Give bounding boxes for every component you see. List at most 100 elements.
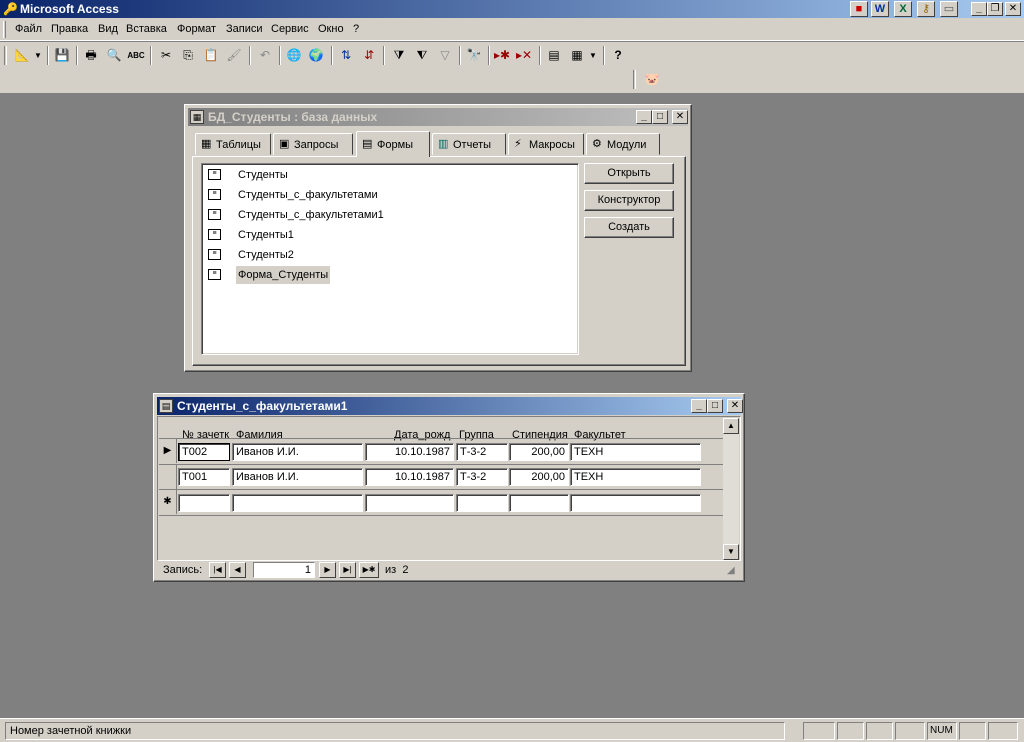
- scroll-up-icon[interactable]: ▲: [723, 418, 739, 434]
- form-minimize-button[interactable]: _: [691, 399, 707, 413]
- record-selector-current[interactable]: ▶: [159, 439, 177, 463]
- filter-by-selection-icon[interactable]: ⧩: [389, 46, 409, 65]
- field-group[interactable]: Т-3-2: [456, 468, 508, 486]
- new-field-id[interactable]: [178, 494, 230, 512]
- form-window-title: Студенты_с_факультетами1: [177, 399, 348, 413]
- form-window-titlebar[interactable]: ▤ Студенты_с_факультетами1 _ □ ✕: [157, 397, 743, 415]
- word-icon[interactable]: W: [871, 1, 889, 17]
- sort-ascending-icon[interactable]: ⇅: [336, 46, 356, 65]
- filter-by-form-icon[interactable]: ⧨: [412, 46, 432, 65]
- field-group[interactable]: Т-3-2: [456, 443, 508, 461]
- previous-record-button[interactable]: ◀: [229, 562, 246, 578]
- apply-filter-icon[interactable]: ▽: [435, 46, 455, 65]
- menu-format[interactable]: Формат: [177, 23, 216, 36]
- record-number-input[interactable]: 1: [253, 562, 315, 578]
- form-icon: ≡: [208, 169, 221, 180]
- delete-record-icon[interactable]: ▸✕: [514, 46, 534, 65]
- form-maximize-button[interactable]: □: [707, 399, 723, 413]
- excel-icon[interactable]: X: [894, 1, 912, 17]
- db-minimize-button[interactable]: _: [636, 110, 652, 124]
- copy-icon[interactable]: ⎘: [178, 46, 198, 65]
- menu-records[interactable]: Записи: [226, 23, 263, 36]
- next-record-button[interactable]: ▶: [319, 562, 336, 578]
- vertical-scrollbar[interactable]: ▲ ▼: [723, 418, 739, 560]
- field-surname[interactable]: Иванов И.И.: [232, 468, 363, 486]
- menu-help[interactable]: ?: [353, 23, 359, 36]
- web-toolbar-icon[interactable]: 🌍: [306, 46, 326, 65]
- first-record-button[interactable]: |◀: [209, 562, 226, 578]
- field-faculty[interactable]: ТЕХН: [570, 443, 701, 461]
- field-stipend[interactable]: 200,00: [509, 443, 569, 461]
- forms-list[interactable]: ≡ Студенты ≡ Студенты_с_факультетами ≡ С…: [201, 163, 579, 355]
- properties-icon[interactable]: ▤: [544, 46, 564, 65]
- new-field-faculty[interactable]: [570, 494, 701, 512]
- save-icon[interactable]: 💾: [52, 46, 72, 65]
- tab-queries[interactable]: ▣ Запросы: [273, 133, 353, 155]
- column-header-id: № зачетк: [182, 429, 230, 441]
- close-button[interactable]: ✕: [1005, 2, 1021, 16]
- create-button[interactable]: Создать: [584, 217, 674, 238]
- office-assistant-icon[interactable]: 🐷: [642, 70, 662, 89]
- menu-window[interactable]: Окно: [318, 23, 344, 36]
- column-header-birthdate: Дата_рожд: [394, 429, 451, 441]
- new-object-dropdown-icon[interactable]: ▼: [587, 46, 599, 65]
- new-record-icon[interactable]: ▸✱: [492, 46, 512, 65]
- field-stipend[interactable]: 200,00: [509, 468, 569, 486]
- print-preview-icon[interactable]: 🔍: [104, 46, 124, 65]
- field-birthdate[interactable]: 10.10.1987: [365, 468, 454, 486]
- report-icon: ▥: [438, 138, 449, 150]
- cut-icon[interactable]: ✂: [156, 46, 176, 65]
- design-button[interactable]: Конструктор: [584, 190, 674, 211]
- new-field-birthdate[interactable]: [365, 494, 454, 512]
- paste-icon[interactable]: 📋: [201, 46, 221, 65]
- menu-tools[interactable]: Сервис: [271, 23, 309, 36]
- tab-tables[interactable]: ▦ Таблицы: [195, 133, 271, 155]
- menu-insert[interactable]: Вставка: [126, 23, 167, 36]
- undo-icon[interactable]: ↶: [255, 46, 275, 65]
- windows-flag-icon[interactable]: ■: [850, 1, 868, 17]
- resize-grip-icon[interactable]: ◢: [727, 565, 739, 577]
- new-field-surname[interactable]: [232, 494, 363, 512]
- minimize-button[interactable]: _: [971, 2, 987, 16]
- database-window-titlebar[interactable]: ▦ БД_Студенты : база данных _ □ ✕: [188, 108, 688, 126]
- format-painter-icon[interactable]: 🖌: [224, 46, 244, 65]
- new-record-selector[interactable]: ✱: [159, 490, 177, 514]
- hyperlink-icon[interactable]: 🌐: [284, 46, 304, 65]
- view-icon[interactable]: 📐: [12, 46, 32, 65]
- menu-view[interactable]: Вид: [98, 23, 118, 36]
- record-selector[interactable]: [159, 465, 177, 489]
- new-field-stipend[interactable]: [509, 494, 569, 512]
- last-record-button[interactable]: ▶|: [339, 562, 356, 578]
- field-birthdate[interactable]: 10.10.1987: [365, 443, 454, 461]
- menu-file[interactable]: Файл: [15, 23, 42, 36]
- field-id[interactable]: Т001: [178, 468, 230, 486]
- menu-edit[interactable]: Правка: [51, 23, 88, 36]
- column-header-faculty: Факультет: [574, 429, 626, 441]
- form-close-button[interactable]: ✕: [727, 399, 743, 413]
- field-surname[interactable]: Иванов И.И.: [232, 443, 363, 461]
- tab-macros[interactable]: ⚡ Макросы: [508, 133, 584, 155]
- scroll-down-icon[interactable]: ▼: [723, 544, 739, 560]
- view-dropdown-icon[interactable]: ▼: [32, 46, 44, 65]
- app-titlebar: 🔑 Microsoft Access ■ W X ⚷ ▭ _ ❐ ✕: [0, 0, 1024, 18]
- sort-descending-icon[interactable]: ⇵: [359, 46, 379, 65]
- spelling-icon[interactable]: ABC: [126, 46, 146, 65]
- menu-grip[interactable]: [3, 21, 6, 38]
- tab-reports[interactable]: ▥ Отчеты: [432, 133, 506, 155]
- print-icon[interactable]: 🖶: [81, 46, 101, 65]
- new-field-group[interactable]: [456, 494, 508, 512]
- find-icon[interactable]: 🔭: [464, 46, 484, 65]
- database-window-icon[interactable]: ▦: [567, 46, 587, 65]
- open-button[interactable]: Открыть: [584, 163, 674, 184]
- tab-modules[interactable]: ⚙ Модули: [586, 133, 660, 155]
- help-icon[interactable]: ?: [608, 46, 628, 65]
- db-close-button[interactable]: ✕: [672, 110, 688, 124]
- new-record-button[interactable]: ▶✱: [359, 562, 379, 578]
- field-faculty[interactable]: ТЕХН: [570, 468, 701, 486]
- db-maximize-button[interactable]: □: [652, 110, 668, 124]
- folder-icon[interactable]: ▭: [940, 1, 958, 17]
- access-icon[interactable]: ⚷: [917, 1, 935, 17]
- tab-forms[interactable]: ▤ Формы: [356, 131, 430, 157]
- restore-button[interactable]: ❐: [987, 2, 1003, 16]
- field-id[interactable]: Т002: [178, 443, 230, 461]
